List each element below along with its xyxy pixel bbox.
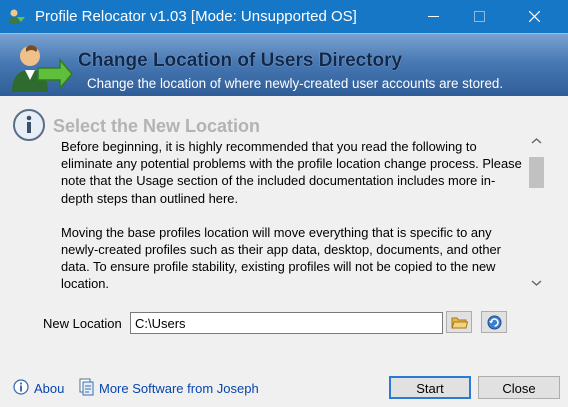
close-icon — [529, 11, 540, 22]
close-button[interactable]: Close — [478, 376, 560, 399]
about-info-icon[interactable] — [13, 378, 29, 396]
app-icon — [9, 9, 25, 24]
refresh-button[interactable] — [481, 311, 507, 333]
software-document-icon[interactable] — [78, 378, 94, 396]
users-arrow-icon — [12, 45, 73, 92]
scroll-up-icon[interactable] — [528, 133, 545, 150]
title-bar: Profile Relocator v1.03 [Mode: Unsupport… — [0, 0, 568, 33]
close-window-button[interactable] — [502, 0, 568, 33]
window-title: Profile Relocator v1.03 [Mode: Unsupport… — [35, 8, 357, 25]
new-location-label: New Location — [43, 316, 122, 331]
header-banner: Change Location of Users Directory Chang… — [0, 33, 568, 96]
minimize-button[interactable] — [410, 0, 456, 33]
minimize-icon — [428, 16, 439, 17]
instructions-textbox[interactable]: Before beginning, it is highly recommend… — [52, 133, 545, 291]
refresh-icon — [487, 315, 502, 330]
maximize-icon — [474, 11, 485, 22]
scroll-down-icon[interactable] — [528, 274, 545, 291]
info-icon — [13, 109, 45, 141]
instructions-paragraph: Before beginning, it is highly recommend… — [61, 139, 522, 206]
vertical-scrollbar[interactable] — [528, 133, 545, 291]
banner-title: Change Location of Users Directory — [78, 50, 403, 71]
folder-icon — [451, 317, 468, 329]
banner-subtitle: Change the location of where newly-creat… — [87, 76, 504, 91]
maximize-button — [456, 0, 502, 33]
scroll-thumb[interactable] — [529, 157, 544, 188]
instructions-text: Before beginning, it is highly recommend… — [61, 138, 523, 310]
about-link[interactable]: Abou — [34, 381, 64, 396]
instructions-paragraph: Moving the base profiles location will m… — [61, 224, 501, 292]
browse-folder-button[interactable] — [446, 311, 472, 333]
new-location-input[interactable] — [130, 312, 443, 334]
start-button[interactable]: Start — [389, 376, 471, 399]
more-software-link[interactable]: More Software from Joseph — [99, 381, 259, 396]
